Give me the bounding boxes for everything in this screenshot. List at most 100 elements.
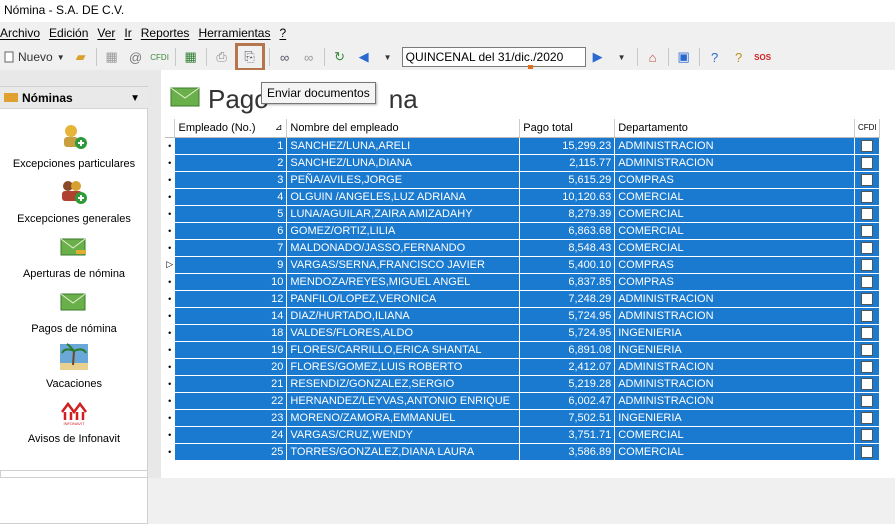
- employee-name-cell[interactable]: TORRES/GONZALEZ,DIANA LAURA: [286, 443, 521, 461]
- employee-number-cell[interactable]: 19: [174, 341, 288, 359]
- menu-help[interactable]: ?: [279, 26, 290, 44]
- employee-number-cell[interactable]: 12: [174, 290, 288, 308]
- column-header-cfdi[interactable]: CFDI: [854, 119, 881, 138]
- employee-name-cell[interactable]: MALDONADO/JASSO,FERNANDO: [286, 239, 521, 257]
- employee-number-cell[interactable]: 14: [174, 307, 288, 325]
- sos-button[interactable]: SOS: [752, 46, 774, 68]
- previous-period-button[interactable]: ◀: [353, 46, 375, 68]
- department-cell[interactable]: ADMINISTRACION: [614, 154, 855, 172]
- table-row[interactable]: • 6 GOMEZ/ORTIZ,LILIA 6,863.68 COMERCIAL: [165, 222, 881, 240]
- table-row[interactable]: • 20 FLORES/GOMEZ,LUIS ROBERTO 2,412.07 ADMI…: [165, 358, 881, 376]
- department-cell[interactable]: COMERCIAL: [614, 239, 855, 257]
- cfdi-checkbox[interactable]: [860, 207, 873, 220]
- cfdi-checkbox[interactable]: [860, 139, 873, 152]
- table-row[interactable]: • 12 PANFILO/LOPEZ,VERONICA 7,248.29 ADMINIS…: [165, 290, 881, 308]
- cfdi-checkbox[interactable]: [860, 258, 873, 271]
- employee-name-cell[interactable]: LUNA/AGUILAR,ZAIRA AMIZADAHY: [286, 205, 521, 223]
- column-header-employee-name[interactable]: Nombre del empleado: [286, 119, 521, 138]
- sidebar-item-pagos[interactable]: Pagos de nómina: [0, 288, 148, 335]
- department-cell[interactable]: INGENIERIA: [614, 341, 855, 359]
- spreadsheet-button[interactable]: ▦: [180, 46, 202, 68]
- total-pay-cell[interactable]: 6,891.08: [519, 341, 616, 359]
- window-button[interactable]: ▣: [673, 46, 695, 68]
- cfdi-checkbox[interactable]: [860, 190, 873, 203]
- employee-name-cell[interactable]: GOMEZ/ORTIZ,LILIA: [286, 222, 521, 240]
- sidebar-header[interactable]: Nóminas ▼: [0, 87, 148, 109]
- employee-name-cell[interactable]: RESENDIZ/GONZALEZ,SERGIO: [286, 375, 521, 393]
- cfdi-button[interactable]: CFDI: [149, 46, 171, 68]
- employee-number-cell[interactable]: 7: [174, 239, 288, 257]
- department-cell[interactable]: INGENIERIA: [614, 324, 855, 342]
- table-row[interactable]: • 14 DIAZ/HURTADO,ILIANA 5,724.95 ADMINISTRA…: [165, 307, 881, 325]
- cfdi-checkbox[interactable]: [860, 241, 873, 254]
- total-pay-cell[interactable]: 2,115.77: [519, 154, 616, 172]
- menu-reportes[interactable]: Reportes: [141, 26, 194, 44]
- employee-name-cell[interactable]: DIAZ/HURTADO,ILIANA: [286, 307, 521, 325]
- total-pay-cell[interactable]: 5,724.95: [519, 324, 616, 342]
- cfdi-checkbox[interactable]: [860, 156, 873, 169]
- table-row[interactable]: • 22 HERNANDEZ/LEYVAS,ANTONIO ENRIQUE 6,002…: [165, 392, 881, 410]
- home-button[interactable]: ⌂: [642, 46, 664, 68]
- total-pay-cell[interactable]: 7,248.29: [519, 290, 616, 308]
- open-folder-button[interactable]: ▰: [70, 46, 92, 68]
- total-pay-cell[interactable]: 8,279.39: [519, 205, 616, 223]
- employee-name-cell[interactable]: VARGAS/SERNA,FRANCISCO JAVIER: [286, 256, 521, 274]
- total-pay-cell[interactable]: 5,400.10: [519, 256, 616, 274]
- menu-herramientas[interactable]: Herramientas: [198, 26, 274, 44]
- sidebar-item-aperturas[interactable]: Aperturas de nómina: [0, 233, 148, 280]
- menu-edicion[interactable]: Edición: [49, 26, 92, 44]
- department-cell[interactable]: COMERCIAL: [614, 443, 855, 461]
- cfdi-checkbox[interactable]: [860, 343, 873, 356]
- cfdi-checkbox[interactable]: [860, 292, 873, 305]
- total-pay-cell[interactable]: 5,219.28: [519, 375, 616, 393]
- employee-name-cell[interactable]: FLORES/CARRILLO,ERICA SHANTAL: [286, 341, 521, 359]
- employee-number-cell[interactable]: 5: [174, 205, 288, 223]
- department-cell[interactable]: COMPRAS: [614, 273, 855, 291]
- total-pay-cell[interactable]: 5,615.29: [519, 171, 616, 189]
- employee-number-cell[interactable]: 23: [174, 409, 288, 427]
- employee-number-cell[interactable]: 25: [174, 443, 288, 461]
- total-pay-cell[interactable]: 8,548.43: [519, 239, 616, 257]
- email-button[interactable]: @: [125, 46, 147, 68]
- cfdi-checkbox[interactable]: [860, 224, 873, 237]
- total-pay-cell[interactable]: 5,724.95: [519, 307, 616, 325]
- cfdi-checkbox[interactable]: [860, 360, 873, 373]
- table-row[interactable]: • 3 PEÑA/AVILES,JORGE 5,615.29 COMPRAS: [165, 171, 881, 189]
- department-cell[interactable]: ADMINISTRACION: [614, 307, 855, 325]
- total-pay-cell[interactable]: 15,299.23: [519, 137, 616, 155]
- table-row[interactable]: • 7 MALDONADO/JASSO,FERNANDO 8,548.43 COMERC…: [165, 239, 881, 257]
- cfdi-checkbox[interactable]: [860, 428, 873, 441]
- cfdi-checkbox[interactable]: [860, 394, 873, 407]
- new-button[interactable]: Nuevo ▼: [1, 46, 68, 68]
- table-row[interactable]: • 23 MORENO/ZAMORA,EMMANUEL 7,502.51 INGENIE…: [165, 409, 881, 427]
- send-documents-button[interactable]: ⎘: [234, 43, 265, 71]
- sidebar-item-vacaciones[interactable]: Vacaciones: [0, 343, 148, 390]
- sidebar-item-excepciones-particulares[interactable]: Excepciones particulares: [0, 123, 148, 170]
- department-cell[interactable]: COMERCIAL: [614, 222, 855, 240]
- table-row[interactable]: • 18 VALDES/FLORES,ALDO 5,724.95 INGENIERIA: [165, 324, 881, 342]
- table-row[interactable]: • 1 SANCHEZ/LUNA,ARELI 15,299.23 ADMINISTRAC…: [165, 137, 881, 155]
- employee-name-cell[interactable]: PANFILO/LOPEZ,VERONICA: [286, 290, 521, 308]
- total-pay-cell[interactable]: 7,502.51: [519, 409, 616, 427]
- department-cell[interactable]: ADMINISTRACION: [614, 290, 855, 308]
- employee-name-cell[interactable]: HERNANDEZ/LEYVAS,ANTONIO ENRIQUE: [286, 392, 521, 410]
- table-row[interactable]: • 24 VARGAS/CRUZ,WENDY 3,751.71 COMERCIAL: [165, 426, 881, 444]
- payroll-grid[interactable]: Empleado (No.) ⊿ Nombre del empleado Pago…: [165, 119, 881, 461]
- department-cell[interactable]: COMERCIAL: [614, 205, 855, 223]
- department-cell[interactable]: COMERCIAL: [614, 426, 855, 444]
- menu-ir[interactable]: Ir: [124, 26, 135, 44]
- print-button[interactable]: ⎙: [211, 46, 233, 68]
- department-cell[interactable]: ADMINISTRACION: [614, 137, 855, 155]
- cfdi-checkbox[interactable]: [860, 377, 873, 390]
- employee-name-cell[interactable]: FLORES/GOMEZ,LUIS ROBERTO: [286, 358, 521, 376]
- employee-number-cell[interactable]: 24: [174, 426, 288, 444]
- period-selector[interactable]: QUINCENAL del 31/dic./2020: [401, 47, 586, 69]
- table-row[interactable]: • 10 MENDOZA/REYES,MIGUEL ANGEL 6,837.85 COM…: [165, 273, 881, 291]
- table-row[interactable]: • 4 OLGUIN /ANGELES,LUZ ADRIANA 10,120.63 CO…: [165, 188, 881, 206]
- employee-number-cell[interactable]: 21: [174, 375, 288, 393]
- employee-name-cell[interactable]: SANCHEZ/LUNA,DIANA: [286, 154, 521, 172]
- column-header-employee-no[interactable]: Empleado (No.) ⊿: [174, 119, 288, 138]
- calculator-button[interactable]: ▦: [101, 46, 123, 68]
- employee-number-cell[interactable]: 6: [174, 222, 288, 240]
- employee-name-cell[interactable]: SANCHEZ/LUNA,ARELI: [286, 137, 521, 155]
